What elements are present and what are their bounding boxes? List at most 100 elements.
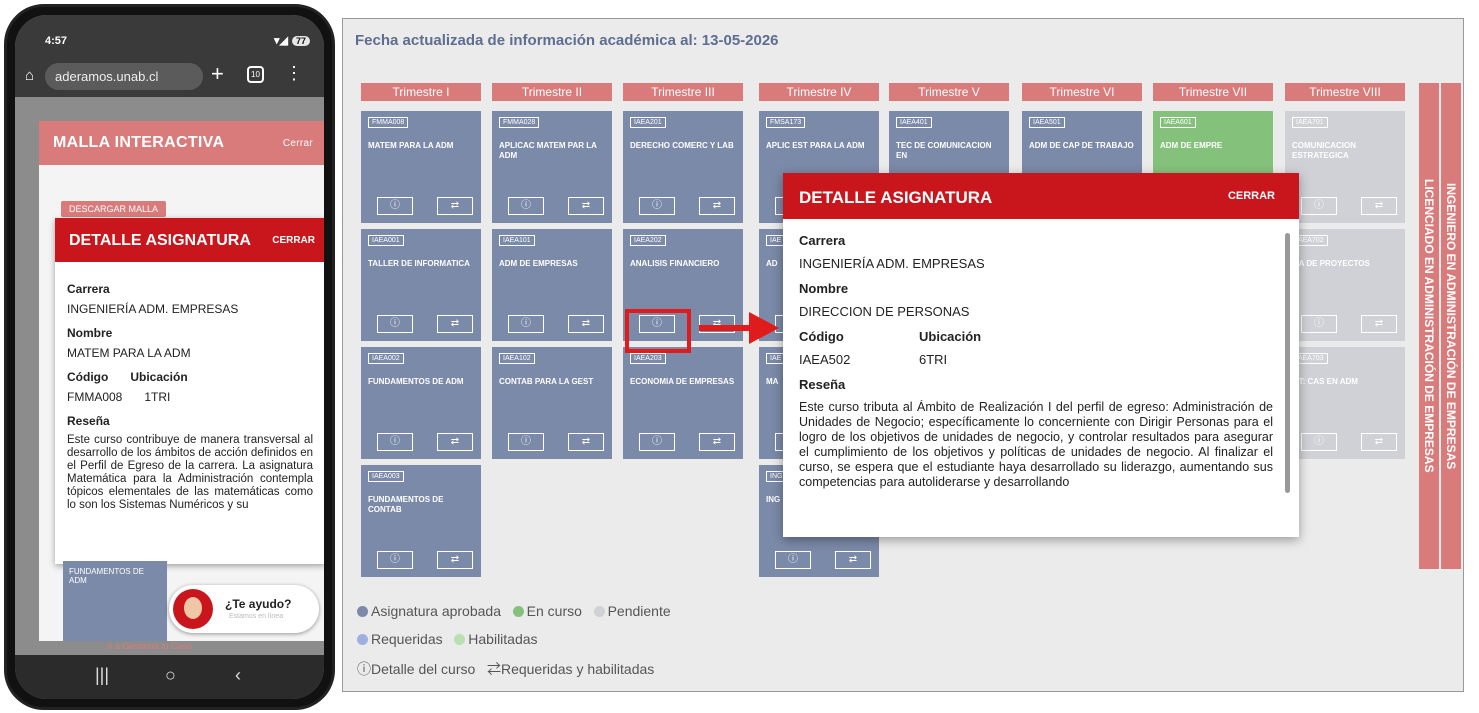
nombre-value: MATEM PARA LA ADM <box>67 346 191 360</box>
course-name: ECONOMIA DE EMPRESAS <box>630 377 735 386</box>
info-icon[interactable]: ⓘ <box>1301 197 1337 215</box>
course-tile[interactable]: IAEA701 COMUNICACION ESTRATEGICA ⓘ ⇄ <box>1285 111 1405 223</box>
trimester-header: Trimestre II <box>492 83 612 101</box>
swap-arrows-icon[interactable]: ⇄ <box>1361 433 1397 451</box>
swap-arrows-icon[interactable]: ⇄ <box>835 551 871 569</box>
ubicacion-value: 6TRI <box>919 352 948 367</box>
course-name: MATEM PARA LA ADM <box>368 141 454 150</box>
tabs-icon[interactable]: 10 <box>247 66 264 83</box>
course-tile[interactable]: IAEA203 ECONOMIA DE EMPRESAS ⓘ ⇄ <box>623 347 743 459</box>
course-name: FUNDAMENTOS DE ADM <box>368 377 464 386</box>
info-icon[interactable]: ⓘ <box>639 197 675 215</box>
swap-arrows-icon[interactable]: ⇄ <box>1361 315 1397 333</box>
phone-mockup: 4:57 ▾◢ 77 ⌂ aderamos.unab.cl + 10 ⋮ MALL… <box>4 4 335 710</box>
trimester-header: Trimestre VIII <box>1285 83 1405 101</box>
swap-arrows-icon[interactable]: ⇄ <box>437 433 473 451</box>
highlight-box <box>625 309 691 353</box>
course-name: TEC DE COMUNICACION EN <box>896 141 992 160</box>
swap-arrows-icon[interactable]: ⇄ <box>568 433 604 451</box>
url-field[interactable]: aderamos.unab.cl <box>45 63 203 90</box>
phone-detail-close[interactable]: CERRAR <box>272 235 315 246</box>
course-code: IAEA202 <box>630 235 666 246</box>
codigo-label: Código <box>799 329 844 344</box>
course-name: DERECHO COMERC Y LAB <box>630 141 734 150</box>
course-tile[interactable]: IAEA102 CONTAB PARA LA GEST ⓘ ⇄ <box>492 347 612 459</box>
course-tile[interactable]: IAEA201 DERECHO COMERC Y LAB ⓘ ⇄ <box>623 111 743 223</box>
course-name: ...A DE PROYECTOS <box>1292 259 1370 268</box>
help-chat-bubble[interactable]: ¿Te ayudo? Estamos en línea <box>169 585 319 633</box>
assistant-avatar <box>173 589 213 629</box>
arrow-head-icon <box>749 312 779 344</box>
course-code: FMMA028 <box>499 117 540 128</box>
trimester-header: Trimestre VII <box>1153 83 1273 101</box>
course-code: IAEA201 <box>630 117 666 128</box>
carrera-value: INGENIERÍA ADM. EMPRESAS <box>67 302 239 316</box>
detail-header: DETALLE ASIGNATURA CERRAR <box>783 173 1299 219</box>
swap-arrows-icon[interactable]: ⇄ <box>699 433 735 451</box>
course-name: APLICAC MATEM PAR LA ADM <box>499 141 597 160</box>
menu-icon[interactable]: ⋮ <box>285 63 303 84</box>
back-icon[interactable]: ‹ <box>235 665 241 686</box>
course-tile[interactable]: IAEA101 ADM DE EMPRESAS ⓘ ⇄ <box>492 229 612 341</box>
detail-scrollbar[interactable] <box>1285 233 1290 493</box>
info-icon[interactable]: ⓘ <box>508 315 544 333</box>
carrera-label: Carrera <box>67 282 110 296</box>
course-tile[interactable]: IAEA003 FUNDAMENTOS DE CONTAB ⓘ ⇄ <box>361 465 481 577</box>
phone-tile-name: FUNDAMENTOS DE ADM <box>69 567 144 585</box>
carrera-value: INGENIERÍA ADM. EMPRESAS <box>799 256 985 271</box>
battery-icon: 77 <box>291 36 310 46</box>
info-icon[interactable]: ⓘ <box>639 433 675 451</box>
course-tile[interactable]: IAEA703 ...T: CAS EN ADM ⓘ ⇄ <box>1285 347 1405 459</box>
info-icon[interactable]: ⓘ <box>377 197 413 215</box>
malla-close-button[interactable]: Cerrar <box>283 138 313 149</box>
info-icon[interactable]: ⓘ <box>1301 433 1337 451</box>
carrera-label: Carrera <box>799 233 846 248</box>
swap-arrows-icon[interactable]: ⇄ <box>437 551 473 569</box>
info-icon[interactable]: ⓘ <box>377 433 413 451</box>
ubicacion-label: Ubicación <box>130 370 188 384</box>
phone-page: MALLA INTERACTIVA Cerrar DESCARGAR MALLA… <box>15 97 324 655</box>
new-tab-icon[interactable]: + <box>211 61 224 87</box>
info-icon[interactable]: ⓘ <box>775 551 811 569</box>
swap-arrows-icon[interactable]: ⇄ <box>437 315 473 333</box>
info-icon[interactable]: ⓘ <box>377 551 413 569</box>
android-nav-bar: ||| ○ ‹ <box>15 655 324 699</box>
swap-arrows-icon[interactable]: ⇄ <box>568 197 604 215</box>
phone-tile[interactable]: FUNDAMENTOS DE ADM <box>63 561 167 641</box>
phone-screen: 4:57 ▾◢ 77 ⌂ aderamos.unab.cl + 10 ⋮ MALL… <box>15 15 324 699</box>
detail-title: DETALLE ASIGNATURA <box>799 188 993 207</box>
recents-icon[interactable]: ||| <box>95 665 109 686</box>
home-icon[interactable]: ⌂ <box>25 67 34 84</box>
swap-arrows-icon[interactable]: ⇄ <box>568 315 604 333</box>
download-button[interactable]: DESCARGAR MALLA <box>61 201 167 217</box>
swap-arrows-icon[interactable]: ⇄ <box>437 197 473 215</box>
course-code: IAEA401 <box>896 117 932 128</box>
course-tile[interactable]: IAEA702 ...A DE PROYECTOS ⓘ ⇄ <box>1285 229 1405 341</box>
info-icon[interactable]: ⓘ <box>508 433 544 451</box>
course-tile[interactable]: IAEA001 TALLER DE INFORMATICA ⓘ ⇄ <box>361 229 481 341</box>
info-icon[interactable]: ⓘ <box>508 197 544 215</box>
home-button-icon[interactable]: ○ <box>165 665 176 686</box>
gestiona-link[interactable]: Ir a Gestiona tu Caso <box>107 641 192 651</box>
detail-close-button[interactable]: CERRAR <box>1228 190 1275 202</box>
course-code: IAEA601 <box>1160 117 1196 128</box>
nombre-value: DIRECCION DE PERSONAS <box>799 304 970 319</box>
help-subtitle: Estamos en línea <box>229 613 284 620</box>
course-code: IAEA203 <box>630 353 666 364</box>
info-icon[interactable]: ⓘ <box>377 315 413 333</box>
info-icon[interactable]: ⓘ <box>1301 315 1337 333</box>
course-name: ADM DE CAP DE TRABAJO <box>1029 141 1134 150</box>
required-dot-icon <box>357 634 368 645</box>
phone-detail-modal: DETALLE ASIGNATURA CERRAR Carrera INGENI… <box>55 218 324 564</box>
course-tile[interactable]: FMMA028 APLICAC MATEM PAR LA ADM ⓘ ⇄ <box>492 111 612 223</box>
course-name: ADM DE EMPRE <box>1160 141 1223 150</box>
swap-arrows-icon[interactable]: ⇄ <box>699 197 735 215</box>
licenciado-bar: LICENCIADO EN ADMINISTRACIÓN DE EMPRESAS <box>1419 83 1439 569</box>
swap-arrows-icon[interactable]: ⇄ <box>1361 197 1397 215</box>
course-code: IAEA002 <box>368 353 404 364</box>
course-tile[interactable]: IAEA002 FUNDAMENTOS DE ADM ⓘ ⇄ <box>361 347 481 459</box>
course-tile[interactable]: FMMA008 MATEM PARA LA ADM ⓘ ⇄ <box>361 111 481 223</box>
swap-arrows-icon: ⇄ <box>486 661 501 677</box>
trimester-header: Trimestre IV <box>759 83 879 101</box>
codigo-value: IAEA502 <box>799 352 851 367</box>
